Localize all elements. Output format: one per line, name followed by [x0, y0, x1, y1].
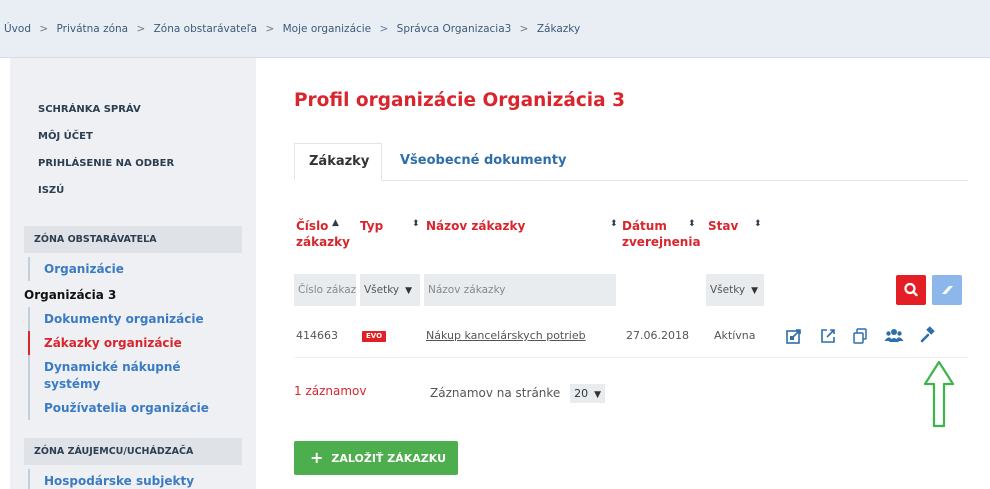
zakazka-link[interactable]: Nákup kancelárskych potrieb	[426, 329, 586, 342]
chevron-down-icon: ▼	[405, 286, 413, 296]
per-page-label: Záznamov na stránke	[430, 386, 561, 400]
breadcrumb-separator: >	[265, 23, 275, 35]
search-icon	[904, 282, 918, 297]
record-count: 1 záznamov	[294, 384, 367, 398]
type-badge: EVO	[362, 331, 387, 342]
sidebar-item-organizacia-3: Organizácia 3	[24, 288, 117, 302]
column-header-nazov[interactable]: Názov zákazky	[426, 218, 525, 234]
sidebar-link-prihlasenie-na-odber[interactable]: PRIHLÁSENIE NA ODBER	[38, 150, 256, 177]
tab-zakazky[interactable]: Zákazky	[294, 143, 382, 181]
per-page-value: 20	[574, 387, 589, 400]
sidebar-link-schranka-sprav[interactable]: SCHRÁNKA SPRÁV	[38, 96, 256, 123]
breadcrumb-item-uvod[interactable]: Úvod	[4, 23, 31, 35]
external-edit-icon[interactable]	[784, 326, 804, 346]
filter-typ-select[interactable]: Všetky ▼	[360, 274, 420, 306]
create-zakazka-label: ZALOŽIŤ ZÁKAZKU	[331, 452, 447, 465]
filter-stav-select[interactable]: Všetky ▼	[706, 274, 764, 306]
table-row: 414663 EVO Nákup kancelárskych potrieb 2…	[294, 314, 968, 358]
sidebar-link-moj-ucet[interactable]: MÔJ ÚČET	[38, 123, 256, 150]
sort-icon[interactable]: ⬍	[412, 219, 420, 229]
per-page-select[interactable]: 20 ▼	[570, 384, 606, 403]
column-header-cislo-label: Číslo zákazky	[296, 219, 350, 249]
breadcrumb-item-spravca[interactable]: Správca Organizacia3	[397, 23, 512, 35]
sidebar-section-zona-zaujemcu: ZÓNA ZÁUJEMCU/UCHÁDZAČA Hospodárske subj…	[24, 438, 242, 489]
chevron-down-icon: ▼	[751, 286, 759, 296]
open-link-icon[interactable]	[818, 326, 838, 346]
breadcrumb-separator: >	[136, 23, 146, 35]
sort-icon[interactable]: ⬍	[688, 219, 696, 229]
sidebar-section-title: ZÓNA OBSTARÁVATEĽA	[24, 226, 242, 253]
users-icon[interactable]	[884, 326, 904, 346]
page-title: Profil organizácie Organizácia 3	[294, 90, 625, 111]
sidebar-top-links: SCHRÁNKA SPRÁV MÔJ ÚČET PRIHLÁSENIE NA O…	[10, 58, 256, 204]
column-header-typ[interactable]: Typ	[360, 218, 383, 234]
cell-datum: 27.06.2018	[626, 329, 689, 342]
breadcrumb-separator: >	[39, 23, 49, 35]
sidebar-item-zakazky-organizacie[interactable]: Zákazky organizácie	[28, 331, 242, 355]
breadcrumb-item-privatna-zona[interactable]: Privátna zóna	[57, 23, 129, 35]
sort-icon[interactable]: ⬍	[754, 219, 762, 229]
filter-cislo-input[interactable]: Číslo zákazky	[294, 274, 356, 306]
eraser-icon	[942, 286, 953, 294]
sidebar-item-dynamicke-nakupne-systemy[interactable]: Dynamické nákupné systémy	[28, 355, 198, 396]
sidebar-item-dokumenty-organizacie[interactable]: Dokumenty organizácie	[28, 307, 242, 331]
filter-stav-value: Všetky	[710, 284, 746, 296]
sidebar: SCHRÁNKA SPRÁV MÔJ ÚČET PRIHLÁSENIE NA O…	[10, 58, 256, 489]
copy-icon[interactable]	[850, 326, 870, 346]
breadcrumb-separator: >	[379, 23, 389, 35]
cell-stav: Aktívna	[714, 329, 756, 342]
filter-nazov-input[interactable]: Názov zákazky	[424, 274, 616, 306]
column-header-stav-label: Stav	[708, 219, 739, 233]
plus-icon: +	[310, 448, 324, 467]
breadcrumb: Úvod > Privátna zóna > Zóna obstarávateľ…	[0, 0, 990, 58]
sidebar-section-zona-obstaravatela: ZÓNA OBSTARÁVATEĽA Organizácie Organizác…	[24, 226, 242, 420]
gavel-icon[interactable]	[919, 326, 939, 346]
sidebar-item-hospodarske-subjekty[interactable]: Hospodárske subjekty	[28, 469, 242, 489]
sort-icon[interactable]: ⬍	[610, 219, 618, 229]
per-page-control: Záznamov na stránke 20 ▼	[430, 384, 606, 403]
column-header-typ-label: Typ	[360, 219, 384, 233]
annotation-arrow-up-icon	[923, 360, 955, 428]
breadcrumb-item-zakazky: Zákazky	[536, 23, 581, 35]
clear-filter-button[interactable]	[932, 275, 962, 305]
sidebar-item-pouzivatelia-organizacie[interactable]: Používatelia organizácie	[28, 396, 242, 420]
column-header-stav[interactable]: Stav	[708, 218, 738, 234]
sidebar-item-organizacie[interactable]: Organizácie	[28, 257, 242, 281]
cell-nazov[interactable]: Nákup kancelárskych potrieb	[426, 314, 586, 358]
sidebar-link-iszu[interactable]: ISZÚ	[38, 177, 256, 204]
search-button[interactable]	[896, 275, 926, 305]
breadcrumb-item-zona-obstaravatela[interactable]: Zóna obstarávateľa	[154, 23, 258, 35]
tab-vseobecne-dokumenty[interactable]: Všeobecné dokumenty	[386, 143, 580, 181]
tabs: Zákazky Všeobecné dokumenty	[294, 143, 968, 181]
breadcrumb-separator: >	[519, 23, 529, 35]
column-header-nazov-label: Názov zákazky	[426, 219, 526, 233]
cell-cislo: 414663	[296, 329, 338, 342]
breadcrumb-item-moje-organizacie[interactable]: Moje organizácie	[283, 23, 372, 35]
chevron-down-icon: ▼	[594, 390, 602, 400]
sort-asc-icon[interactable]: ▲	[332, 218, 339, 228]
filter-typ-value: Všetky	[364, 284, 400, 296]
create-zakazka-button[interactable]: + ZALOŽIŤ ZÁKAZKU	[294, 441, 458, 475]
sidebar-section-title: ZÓNA ZÁUJEMCU/UCHÁDZAČA	[24, 438, 242, 465]
